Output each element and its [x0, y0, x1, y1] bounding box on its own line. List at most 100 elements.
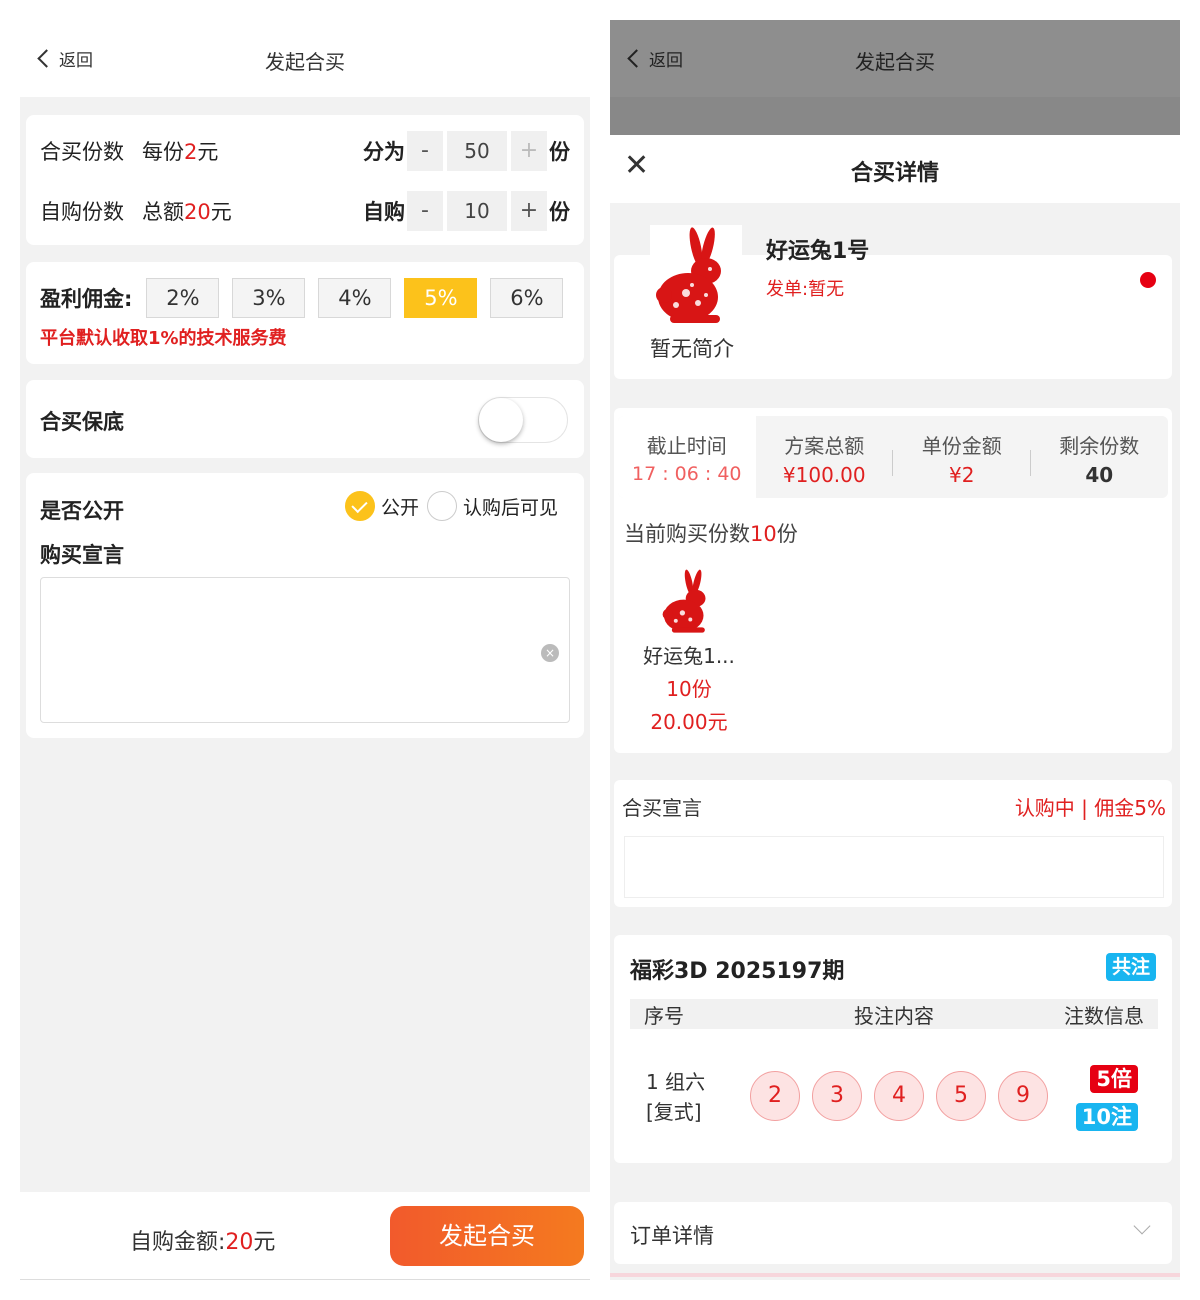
self-buy-total: 总额20元: [142, 200, 232, 224]
number-ball: 5: [936, 1071, 986, 1121]
shares-input[interactable]: 50: [447, 131, 507, 171]
lottery-card: 福彩3D 2025197期 共注 序号 投注内容 注数信息 1 组六 [复式] …: [614, 935, 1172, 1163]
total-bets-badge: 共注: [1105, 953, 1156, 981]
profile-intro: 暂无简介: [650, 337, 734, 361]
multiplier-tag: 5倍: [1090, 1065, 1138, 1093]
self-buy-minus-button[interactable]: -: [407, 191, 443, 231]
shares-unit: 份: [549, 140, 570, 164]
declaration-textarea[interactable]: ×: [40, 577, 570, 723]
guarantee-card: 合买保底: [26, 380, 584, 458]
commission-option-6[interactable]: 6%: [490, 278, 564, 318]
bet-balls: 2 3 4 5 9: [750, 1071, 1060, 1121]
stat-label: 单份金额: [921, 434, 1002, 458]
sheet-title: 合买详情: [850, 161, 939, 186]
col-seq: 序号: [644, 1003, 684, 1028]
declaration-label: 购买宣言: [40, 543, 124, 567]
price-per-share: 每份2元: [142, 140, 219, 164]
create-group-buy-screen: 返回 发起合买 合买份数 每份2元 分为 - 50 + 份 自购份数 总额20元…: [20, 20, 590, 1280]
commission-option-2[interactable]: 2%: [146, 278, 220, 318]
number-ball: 9: [998, 1071, 1048, 1121]
stat-remaining: 剩余份数 40: [1031, 416, 1169, 498]
overlay-mask[interactable]: [610, 97, 1180, 137]
current-purchase: 当前购买份数10份: [624, 522, 798, 546]
profile-issuer: 发单:暂无: [766, 279, 845, 300]
bet-mode: [复式]: [646, 1100, 702, 1124]
bet-type: 1 组六: [646, 1070, 706, 1094]
bet-count-tag: 10注: [1075, 1103, 1138, 1131]
guarantee-label: 合买保底: [40, 410, 124, 434]
buyer-name: 好运兔1...: [643, 644, 735, 668]
service-fee-notice: 平台默认收取1%的技术服务费: [40, 328, 287, 349]
commission-option-5[interactable]: 5%: [404, 278, 478, 318]
stat-label: 截止时间: [646, 434, 727, 458]
self-buy-row: 自购份数 总额20元 自购 - 10 + 份: [40, 191, 570, 231]
order-details-row[interactable]: 订单详情: [614, 1202, 1172, 1264]
stat-deadline: 截止时间 17 : 06 : 40: [618, 416, 756, 498]
shares-label: 合买份数: [40, 140, 124, 164]
stat-unit-price: 单份金额 ¥2: [893, 416, 1031, 498]
bet-table-header: 序号 投注内容 注数信息: [630, 999, 1158, 1029]
stat-value: ¥100.00: [782, 463, 866, 487]
declaration-card: 合买宣言 认购中 | 佣金5%: [614, 780, 1172, 907]
profile-card: 好运兔1号 发单:暂无 暂无简介: [614, 225, 1172, 379]
declaration-title: 合买宣言: [622, 796, 702, 820]
self-buy-input[interactable]: 10: [447, 191, 507, 231]
visibility-radios: 公开 认购后可见: [344, 491, 558, 521]
top-nav-dimmed: 返回 发起合买: [610, 20, 1180, 97]
number-ball: 4: [874, 1071, 924, 1121]
commission-label: 盈利佣金:: [40, 287, 133, 311]
rabbit-avatar-icon: [657, 568, 721, 634]
rabbit-logo: [650, 225, 742, 325]
col-content: 投注内容: [854, 1003, 934, 1028]
shares-row: 合买份数 每份2元 分为 - 50 + 份: [40, 131, 570, 171]
self-buy-label: 自购份数: [40, 200, 124, 224]
submit-button[interactable]: 发起合买: [390, 1206, 584, 1266]
guarantee-toggle[interactable]: [478, 397, 568, 443]
order-details-label: 订单详情: [630, 1224, 714, 1248]
chevron-down-icon: [1133, 1217, 1151, 1235]
stat-label: 剩余份数: [1059, 434, 1140, 458]
toggle-knob: [479, 398, 523, 442]
self-buy-ctl-label: 自购: [363, 200, 405, 224]
profile-name: 好运兔1号: [766, 239, 870, 264]
visibility-card: 是否公开 公开 认购后可见 购买宣言 ×: [26, 473, 584, 738]
split-label: 分为: [363, 140, 405, 164]
deadline-countdown: 17 : 06 : 40: [632, 463, 742, 485]
shares-card: 合买份数 每份2元 分为 - 50 + 份 自购份数 总额20元 自购 - 10…: [26, 115, 584, 245]
radio-after-purchase[interactable]: [426, 491, 457, 521]
page-title: 发起合买: [265, 50, 345, 74]
self-buy-plus-button[interactable]: +: [511, 191, 547, 231]
shares-stepper: 分为 - 50 + 份: [363, 131, 570, 171]
buyer-amount: 20.00元: [650, 710, 728, 734]
number-ball: 2: [750, 1071, 800, 1121]
clear-icon[interactable]: ×: [541, 644, 559, 662]
self-buy-unit: 份: [549, 200, 570, 224]
declaration-status: 认购中 | 佣金5%: [1014, 796, 1166, 820]
stat-total: 方案总额 ¥100.00: [756, 416, 894, 498]
self-buy-amount: 自购金额:20元: [130, 1230, 276, 1255]
shares-plus-button[interactable]: +: [511, 131, 547, 171]
detail-sheet: ✕ 合买详情 好运兔1号 发单:暂无 暂无简介 截止时间 17: 06: 4…: [610, 135, 1180, 1280]
status-dot: [1140, 272, 1156, 288]
buyer-shares: 10份: [666, 677, 712, 701]
bet-row-seq: 1 组六 [复式]: [646, 1067, 705, 1127]
stat-value: ¥2: [949, 463, 975, 487]
stat-value: 40: [1085, 463, 1114, 487]
shares-minus-button[interactable]: -: [407, 131, 443, 171]
top-nav: 返回 发起合买: [20, 20, 590, 97]
bottom-divider: [610, 1273, 1180, 1277]
page-title-dimmed: 发起合买: [855, 50, 935, 74]
plan-stats: 截止时间 17 : 06 : 40 方案总额 ¥100.00 单份金额 ¥2 剩…: [618, 416, 1168, 498]
commission-option-3[interactable]: 3%: [232, 278, 306, 318]
radio-public-label[interactable]: 公开: [381, 493, 419, 520]
stat-label: 方案总额: [784, 434, 865, 458]
col-info: 注数信息: [1064, 1003, 1144, 1028]
sheet-header: ✕ 合买详情: [610, 135, 1180, 203]
self-buy-stepper: 自购 - 10 + 份: [363, 191, 570, 231]
radio-after-purchase-label[interactable]: 认购后可见: [463, 493, 558, 520]
buyer-item[interactable]: 好运兔1... 10份 20.00元: [630, 568, 748, 735]
commission-option-4[interactable]: 4%: [318, 278, 392, 318]
radio-public[interactable]: [344, 491, 375, 521]
group-buy-detail-screen: 返回 发起合买 ✕ 合买详情 好运兔1号 发单:暂无 暂无简介 截止时间 17 …: [610, 20, 1180, 1280]
commission-options: 盈利佣金: 2% 3% 4% 5% 6%: [40, 278, 576, 318]
